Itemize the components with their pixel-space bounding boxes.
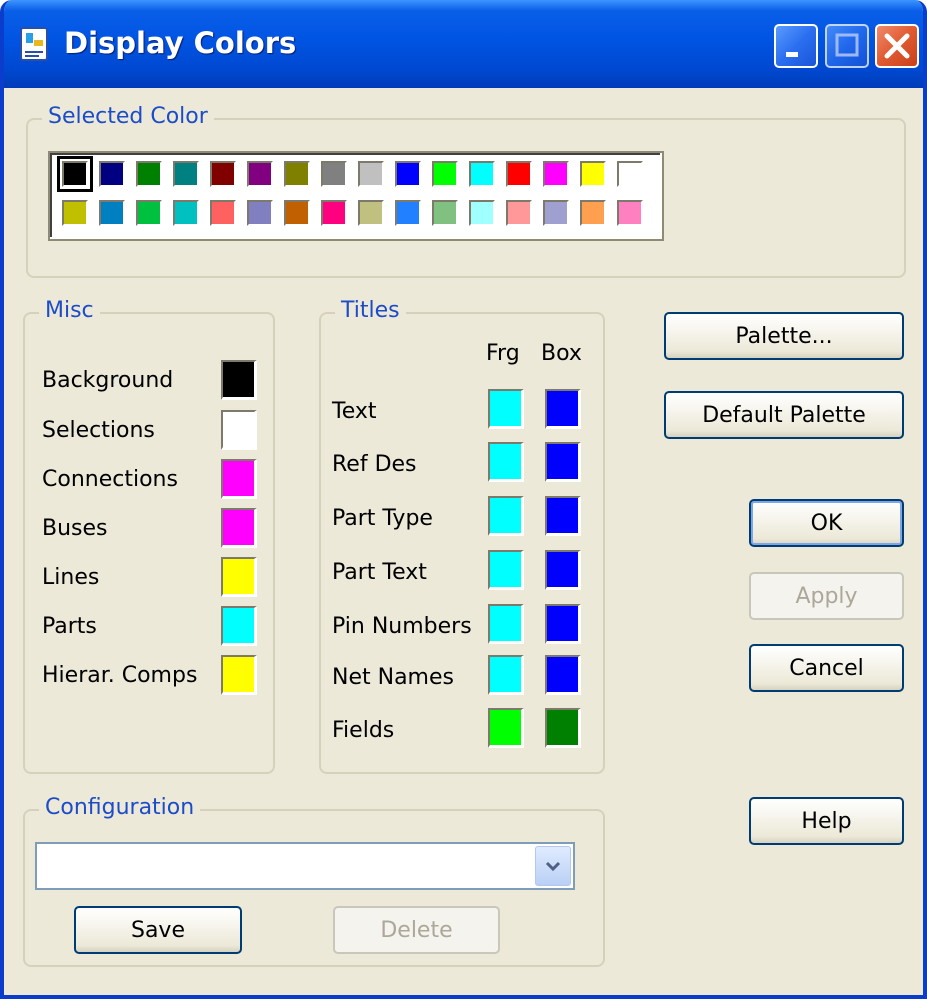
palette-swatch[interactable] xyxy=(506,200,532,226)
palette-swatch[interactable] xyxy=(395,200,421,226)
titles-group: Titles xyxy=(319,298,605,774)
delete-button[interactable]: Delete xyxy=(333,906,500,954)
titles-box-swatch[interactable] xyxy=(545,708,581,748)
dropdown-button[interactable] xyxy=(535,846,571,886)
palette-row-1 xyxy=(57,156,643,192)
frg-column-header: Frg xyxy=(486,341,520,366)
configuration-combobox[interactable] xyxy=(35,842,575,890)
palette-swatch[interactable] xyxy=(136,200,162,226)
titles-box-swatch[interactable] xyxy=(545,496,581,536)
titles-frg-swatch[interactable] xyxy=(488,550,524,590)
misc-color-swatch[interactable] xyxy=(221,655,257,695)
misc-color-swatch[interactable] xyxy=(221,508,257,548)
palette-swatch[interactable] xyxy=(617,161,643,187)
misc-item-label: Selections xyxy=(42,418,155,443)
palette-button[interactable]: Palette... xyxy=(664,312,904,360)
palette-row-2 xyxy=(62,200,643,226)
palette-swatch[interactable] xyxy=(469,200,495,226)
palette-swatch[interactable] xyxy=(580,161,606,187)
misc-color-swatch[interactable] xyxy=(221,410,257,450)
palette-swatch[interactable] xyxy=(432,200,458,226)
titles-item-label: Net Names xyxy=(332,665,454,690)
misc-item-label: Connections xyxy=(42,467,178,492)
titles-item-label: Pin Numbers xyxy=(332,614,472,639)
apply-button[interactable]: Apply xyxy=(749,572,904,620)
palette-swatch[interactable] xyxy=(358,200,384,226)
app-icon xyxy=(20,27,48,61)
palette-swatch[interactable] xyxy=(173,200,199,226)
titles-frg-swatch[interactable] xyxy=(488,604,524,644)
selected-color-legend: Selected Color xyxy=(42,104,214,129)
misc-legend: Misc xyxy=(39,298,100,323)
titles-item-label: Part Type xyxy=(332,506,433,531)
misc-color-swatch[interactable] xyxy=(221,360,257,400)
titles-item-label: Text xyxy=(332,399,377,424)
palette-swatch[interactable] xyxy=(284,200,310,226)
palette-swatch[interactable] xyxy=(580,200,606,226)
misc-item-label: Background xyxy=(42,368,174,393)
close-icon xyxy=(884,33,910,59)
palette-swatch[interactable] xyxy=(321,161,347,187)
titles-box-swatch[interactable] xyxy=(545,442,581,482)
palette-swatch[interactable] xyxy=(57,156,93,192)
box-column-header: Box xyxy=(541,341,582,366)
palette-swatch[interactable] xyxy=(247,161,273,187)
titles-item-label: Part Text xyxy=(332,560,427,585)
cancel-button[interactable]: Cancel xyxy=(749,644,904,692)
misc-item-label: Hierar. Comps xyxy=(42,663,198,688)
palette-swatch[interactable] xyxy=(543,161,569,187)
titles-item-label: Fields xyxy=(332,718,395,743)
maximize-icon xyxy=(835,33,859,57)
palette-swatch[interactable] xyxy=(469,161,495,187)
close-button[interactable] xyxy=(875,24,919,68)
window-title: Display Colors xyxy=(64,26,297,60)
ok-button[interactable]: OK xyxy=(749,499,904,547)
palette-swatch[interactable] xyxy=(284,161,310,187)
maximize-button[interactable] xyxy=(825,24,869,68)
misc-item-label: Buses xyxy=(42,516,108,541)
palette-swatch[interactable] xyxy=(99,161,125,187)
palette-swatch[interactable] xyxy=(321,200,347,226)
default-palette-button[interactable]: Default Palette xyxy=(664,391,904,439)
titles-box-swatch[interactable] xyxy=(545,550,581,590)
palette-swatch[interactable] xyxy=(247,200,273,226)
palette-swatch[interactable] xyxy=(395,161,421,187)
misc-color-swatch[interactable] xyxy=(221,459,257,499)
palette-swatch[interactable] xyxy=(432,161,458,187)
titles-frg-swatch[interactable] xyxy=(488,496,524,536)
palette-swatch[interactable] xyxy=(210,161,236,187)
color-palette xyxy=(48,151,664,241)
title-bar[interactable]: Display Colors xyxy=(4,0,923,88)
palette-swatch[interactable] xyxy=(506,161,532,187)
chevron-down-icon xyxy=(545,861,561,872)
titles-frg-swatch[interactable] xyxy=(488,389,524,429)
palette-swatch[interactable] xyxy=(210,200,236,226)
palette-swatch[interactable] xyxy=(99,200,125,226)
palette-swatch[interactable] xyxy=(173,161,199,187)
display-colors-dialog: Display Colors Selected Color Misc Backg… xyxy=(0,0,927,999)
misc-item-label: Parts xyxy=(42,614,97,639)
misc-color-swatch[interactable] xyxy=(221,557,257,597)
palette-swatch[interactable] xyxy=(62,200,88,226)
titles-legend: Titles xyxy=(335,298,406,323)
titles-frg-swatch[interactable] xyxy=(488,442,524,482)
palette-swatch[interactable] xyxy=(358,161,384,187)
titles-box-swatch[interactable] xyxy=(545,655,581,695)
palette-swatch[interactable] xyxy=(136,161,162,187)
palette-swatch[interactable] xyxy=(617,200,643,226)
save-button[interactable]: Save xyxy=(74,906,242,954)
titles-box-swatch[interactable] xyxy=(545,389,581,429)
misc-item-label: Lines xyxy=(42,565,100,590)
minimize-button[interactable] xyxy=(774,24,818,68)
minimize-icon xyxy=(786,52,798,57)
titles-box-swatch[interactable] xyxy=(545,604,581,644)
titles-frg-swatch[interactable] xyxy=(488,708,524,748)
titles-item-label: Ref Des xyxy=(332,452,417,477)
configuration-legend: Configuration xyxy=(39,795,201,820)
palette-swatch[interactable] xyxy=(543,200,569,226)
misc-color-swatch[interactable] xyxy=(221,606,257,646)
help-button[interactable]: Help xyxy=(749,797,904,845)
titles-frg-swatch[interactable] xyxy=(488,655,524,695)
